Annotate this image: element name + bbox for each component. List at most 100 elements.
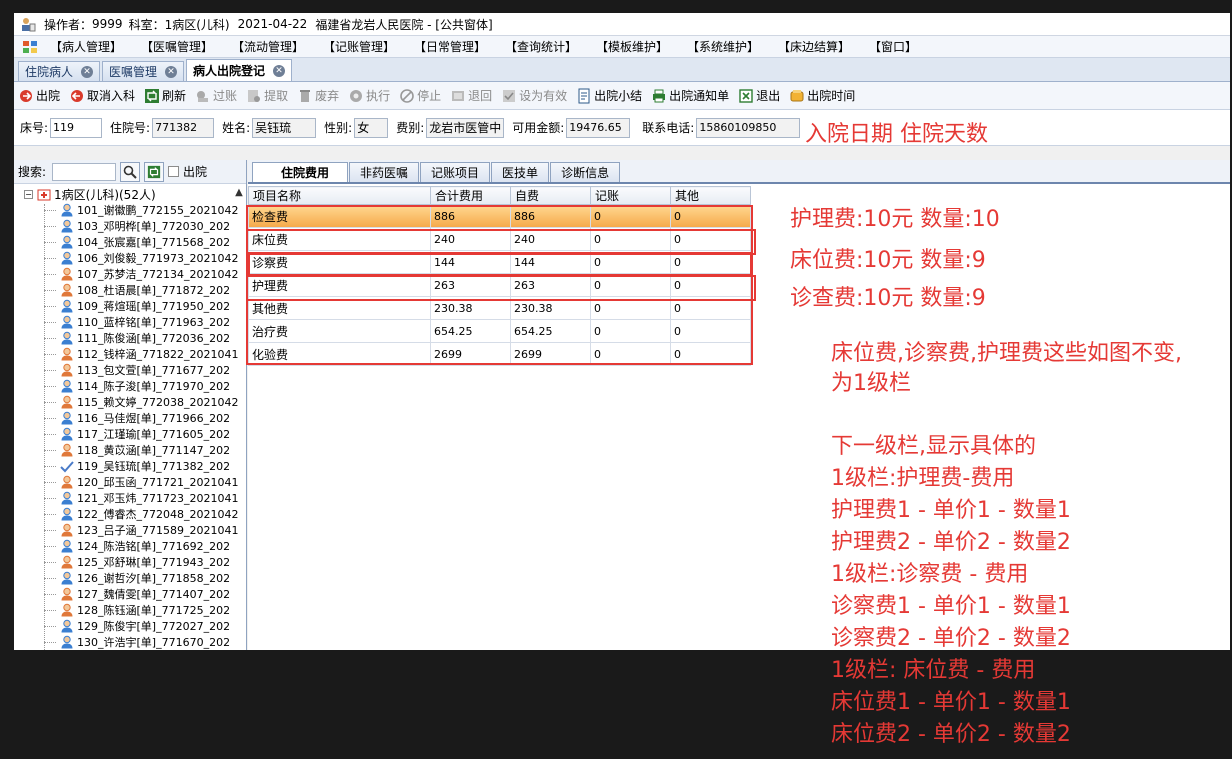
discharge-button[interactable]: 出院 bbox=[18, 87, 60, 104]
refresh-button[interactable]: 刷新 bbox=[144, 87, 186, 104]
fee-item-name: 诊察费 bbox=[248, 250, 431, 274]
scroll-up-icon[interactable]: ▲ bbox=[232, 186, 246, 200]
admission-no-field[interactable]: 771382 bbox=[152, 117, 215, 138]
table-row[interactable]: 诊察费 144 144 0 0 bbox=[248, 250, 751, 274]
tab-order-management[interactable]: 医嘱管理 ✕ bbox=[102, 61, 185, 81]
tree-patient-item[interactable]: 106_刘俊毅_771973_2021042 bbox=[14, 250, 246, 266]
close-icon[interactable]: ✕ bbox=[165, 65, 178, 78]
discard-button[interactable]: 废弃 bbox=[297, 87, 339, 104]
column-header[interactable]: 合计费用 bbox=[430, 186, 511, 205]
menu-billing[interactable]: 【记账管理】 bbox=[323, 38, 414, 55]
tab-discharge-registration[interactable]: 病人出院登记 ✕ bbox=[186, 59, 293, 81]
tree-patient-item[interactable]: 114_陈子浚[单]_771970_202 bbox=[14, 378, 246, 394]
menu-bedside[interactable]: 【床边结算】 bbox=[778, 38, 869, 55]
discharge-time-button[interactable]: 出院时间 bbox=[789, 87, 855, 104]
name-field[interactable]: 吴钰琉 bbox=[252, 117, 317, 138]
tree-patient-item[interactable]: 115_赖文婷_772038_2021042 bbox=[14, 394, 246, 410]
tree-patient-item[interactable]: 118_黄苡涵[单]_771147_202 bbox=[14, 442, 246, 458]
name-label: 姓名: bbox=[222, 121, 251, 135]
post-button[interactable]: 过账 bbox=[195, 87, 237, 104]
fee-cell: 0 bbox=[670, 250, 751, 274]
tree-patient-item[interactable]: 119_吴钰琉[单]_771382_202 bbox=[14, 458, 246, 474]
column-header[interactable]: 其他 bbox=[670, 186, 751, 205]
tab-inpatients[interactable]: 住院病人 ✕ bbox=[18, 61, 101, 81]
tree-patient-item[interactable]: 112_钱梓涵_771822_2021041 bbox=[14, 346, 246, 362]
tree-patient-item[interactable]: 124_陈浩铭[单]_771692_202 bbox=[14, 538, 246, 554]
phone-field[interactable]: 15860109850 bbox=[696, 117, 801, 138]
tree-patient-item[interactable]: 121_邓玉炜_771723_2021041 bbox=[14, 490, 246, 506]
tab-inpatient-fees[interactable]: 住院费用 bbox=[252, 162, 349, 182]
column-header[interactable]: 记账 bbox=[590, 186, 671, 205]
fee-cell: 2699 bbox=[510, 342, 591, 366]
exit-button[interactable]: 退出 bbox=[738, 87, 780, 104]
tree-patient-item[interactable]: 109_蒋煊瑶[单]_771950_202 bbox=[14, 298, 246, 314]
table-row[interactable]: 护理费 263 263 0 0 bbox=[248, 273, 751, 297]
menu-window[interactable]: 【窗口】 bbox=[869, 38, 960, 55]
menu-orders[interactable]: 【医嘱管理】 bbox=[141, 38, 232, 55]
tree-patient-item[interactable]: 126_谢哲汐[单]_771858_202 bbox=[14, 570, 246, 586]
menu-daily[interactable]: 【日常管理】 bbox=[414, 38, 505, 55]
tree-patient-item[interactable]: 103_邓明桦[单]_772030_202 bbox=[14, 218, 246, 234]
discharge-notice-button[interactable]: 出院通知单 bbox=[651, 87, 729, 104]
tree-patient-item[interactable]: 127_魏倩雯[单]_771407_202 bbox=[14, 586, 246, 602]
bed-label: 床号: bbox=[20, 121, 49, 135]
tree-patient-item[interactable]: 125_邓舒琳[单]_771943_202 bbox=[14, 554, 246, 570]
table-row[interactable]: 其他费 230.38 230.38 0 0 bbox=[248, 296, 751, 320]
execute-button[interactable]: 执行 bbox=[348, 87, 390, 104]
close-icon[interactable]: ✕ bbox=[273, 64, 286, 77]
table-row[interactable]: 治疗费 654.25 654.25 0 0 bbox=[248, 319, 751, 343]
bed-field[interactable]: 119 bbox=[50, 117, 103, 138]
discharged-checkbox[interactable] bbox=[168, 166, 180, 177]
tab-non-drug-orders[interactable]: 非药医嘱 bbox=[349, 162, 420, 182]
tree-patient-item[interactable]: 107_苏梦洁_772134_2021042 bbox=[14, 266, 246, 282]
table-row[interactable]: 检查费 886 886 0 0 bbox=[248, 204, 751, 228]
tree-patient-item[interactable]: 130_许浩宇[单]_771670_202 bbox=[14, 634, 246, 650]
tab-billing-items[interactable]: 记账项目 bbox=[420, 162, 491, 182]
tab-diagnosis[interactable]: 诊断信息 bbox=[550, 162, 621, 182]
menu-patient[interactable]: 【病人管理】 bbox=[50, 38, 141, 55]
tree-patient-label: 124_陈浩铭[单]_771692_202 bbox=[77, 540, 231, 553]
validate-button[interactable]: 设为有效 bbox=[501, 87, 567, 104]
tree-root-ward[interactable]: − 1病区(儿科)(52人) bbox=[14, 186, 246, 202]
tree-patient-item[interactable]: 113_包文萱[单]_771677_202 bbox=[14, 362, 246, 378]
menu-query[interactable]: 【查询统计】 bbox=[505, 38, 596, 55]
tree-patient-item[interactable]: 108_杜语晨[单]_771872_202 bbox=[14, 282, 246, 298]
balance-field[interactable]: 19476.65 bbox=[566, 117, 631, 138]
close-icon[interactable]: ✕ bbox=[81, 65, 94, 78]
tree-patient-item[interactable]: 104_张宸嘉[单]_771568_202 bbox=[14, 234, 246, 250]
tab-tech-orders[interactable]: 医技单 bbox=[491, 162, 550, 182]
validate-icon bbox=[503, 89, 516, 102]
menu-templates[interactable]: 【模板维护】 bbox=[596, 38, 687, 55]
tree-patient-item[interactable]: 110_蓝梓铭[单]_771963_202 bbox=[14, 314, 246, 330]
tree-patient-item[interactable]: 111_陈俊涵[单]_772036_202 bbox=[14, 330, 246, 346]
column-header[interactable]: 项目名称 bbox=[248, 186, 431, 205]
tree-patient-item[interactable]: 101_谢徽鹏_772155_2021042 bbox=[14, 202, 246, 218]
extract-button[interactable]: 提取 bbox=[246, 87, 288, 104]
column-header[interactable]: 自费 bbox=[510, 186, 591, 205]
window-menu-icon[interactable] bbox=[22, 40, 38, 54]
table-row[interactable]: 床位费 240 240 0 0 bbox=[248, 227, 751, 251]
tree-patient-item[interactable]: 120_邱玉函_771721_2021041 bbox=[14, 474, 246, 490]
tree-patient-item[interactable]: 122_傅睿杰_772048_2021042 bbox=[14, 506, 246, 522]
menu-transfer[interactable]: 【流动管理】 bbox=[232, 38, 323, 55]
tree-patient-item[interactable]: 116_马佳煜[单]_771966_202 bbox=[14, 410, 246, 426]
collapse-icon[interactable]: − bbox=[24, 189, 33, 199]
tree-patient-item[interactable]: 128_陈钰涵[单]_771725_202 bbox=[14, 602, 246, 618]
stop-button[interactable]: 停止 bbox=[399, 87, 441, 104]
annotation-note-line: 下一级栏,显示具体的 bbox=[831, 434, 1036, 459]
tree-patient-item[interactable]: 129_陈俊宇[单]_772027_202 bbox=[14, 618, 246, 634]
operator-label: 操作者： bbox=[44, 17, 93, 32]
sex-field[interactable]: 女 bbox=[354, 117, 389, 138]
search-button[interactable] bbox=[120, 161, 141, 182]
fee-type-field[interactable]: 龙岩市医管中 bbox=[426, 117, 505, 138]
search-input[interactable] bbox=[52, 162, 117, 181]
discharge-summary-button[interactable]: 出院小结 bbox=[576, 87, 642, 104]
cancel-admit-button[interactable]: 取消入科 bbox=[69, 87, 135, 104]
menu-system[interactable]: 【系统维护】 bbox=[687, 38, 778, 55]
table-row[interactable]: 化验费 2699 2699 0 0 bbox=[248, 342, 751, 366]
tree-patient-item[interactable]: 117_江瑾瑜[单]_771605_202 bbox=[14, 426, 246, 442]
return-button[interactable]: 退回 bbox=[450, 87, 492, 104]
tree-refresh-button[interactable] bbox=[144, 161, 165, 182]
admission-no-label: 住院号: bbox=[110, 121, 151, 135]
tree-patient-item[interactable]: 123_吕子涵_771589_2021041 bbox=[14, 522, 246, 538]
